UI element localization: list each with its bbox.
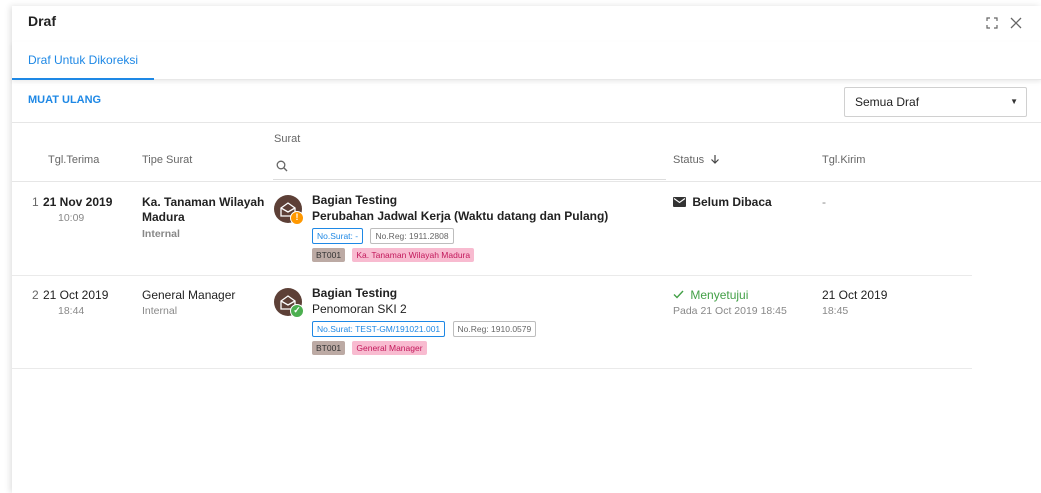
status-detail: Pada 21 Oct 2019 18:45 bbox=[673, 305, 787, 317]
envelope-icon bbox=[673, 197, 686, 207]
status-label: Belum Dibaca bbox=[692, 195, 772, 209]
column-surat[interactable]: Surat bbox=[274, 133, 300, 145]
search-icon[interactable] bbox=[276, 159, 290, 173]
panel-title: Draf bbox=[28, 13, 57, 29]
letter-numbers: No.Surat: - No.Reg: 1911.2808 bbox=[312, 228, 458, 244]
status-label: Menyetujui bbox=[690, 288, 749, 302]
letter-sender: Bagian Testing bbox=[312, 193, 398, 207]
registry-number-chip: No.Reg: 1911.2808 bbox=[370, 228, 454, 244]
tab-bar: Draf Untuk Dikoreksi bbox=[12, 42, 1041, 80]
letter-tags: BT001 General Manager bbox=[312, 340, 431, 355]
tag-name-chip: Ka. Tanaman Wilayah Madura bbox=[352, 248, 475, 262]
letter-sender: Bagian Testing bbox=[312, 286, 398, 300]
column-status-label: Status bbox=[673, 154, 705, 166]
warning-icon: ! bbox=[290, 211, 304, 225]
draft-filter-select[interactable]: Semua Draf ▼ bbox=[844, 87, 1027, 117]
table-header: Tgl.Terima Tipe Surat Surat Status Tgl.K… bbox=[12, 122, 1041, 182]
row-number: 2 bbox=[32, 288, 39, 302]
status-badge: Belum Dibaca bbox=[673, 195, 772, 209]
received-time: 18:44 bbox=[58, 305, 85, 317]
table-row[interactable]: 2 21 Oct 2019 18:44 General Manager Inte… bbox=[12, 276, 972, 369]
letter-subject[interactable]: Perubahan Jadwal Kerja (Waktu datang dan… bbox=[312, 209, 608, 223]
letter-type-sub: Internal bbox=[142, 305, 178, 317]
sent-date: - bbox=[822, 195, 826, 209]
avatar: ✓ bbox=[274, 288, 304, 318]
tag-code-chip: BT001 bbox=[312, 341, 346, 355]
letter-number-chip: No.Surat: - bbox=[312, 228, 364, 244]
letter-tags: BT001 Ka. Tanaman Wilayah Madura bbox=[312, 247, 478, 262]
registry-number-chip: No.Reg: 1910.0579 bbox=[452, 321, 537, 337]
column-tipe-surat[interactable]: Tipe Surat bbox=[142, 154, 192, 166]
draft-panel: Draf Draf Untuk Dikoreksi MUAT ULANG Sem… bbox=[12, 6, 1041, 493]
tag-name-chip: General Manager bbox=[352, 341, 427, 355]
received-time: 10:09 bbox=[58, 212, 85, 224]
check-icon: ✓ bbox=[290, 304, 304, 318]
letter-subject[interactable]: Penomoran SKI 2 bbox=[312, 302, 407, 316]
close-icon[interactable] bbox=[1008, 16, 1024, 32]
letter-type: Ka. Tanaman Wilayah Madura bbox=[142, 195, 265, 224]
caret-down-icon: ▼ bbox=[1010, 97, 1018, 106]
tab-draf-untuk-dikoreksi[interactable]: Draf Untuk Dikoreksi bbox=[12, 42, 155, 80]
table-row[interactable]: 1 21 Nov 2019 10:09 Ka. Tanaman Wilayah … bbox=[12, 183, 972, 276]
expand-icon[interactable] bbox=[984, 16, 1000, 32]
row-number: 1 bbox=[32, 195, 39, 209]
column-tgl-terima[interactable]: Tgl.Terima bbox=[48, 154, 99, 166]
reload-button[interactable]: MUAT ULANG bbox=[28, 94, 101, 106]
toolbar: MUAT ULANG Semua Draf ▼ bbox=[12, 84, 1041, 120]
column-status[interactable]: Status bbox=[673, 154, 720, 166]
column-tgl-kirim[interactable]: Tgl.Kirim bbox=[822, 154, 865, 166]
tag-code-chip: BT001 bbox=[312, 248, 346, 262]
letter-type-sub: Internal bbox=[142, 228, 180, 240]
avatar: ! bbox=[274, 195, 304, 225]
status-badge: Menyetujui bbox=[673, 288, 748, 302]
surat-search-field[interactable] bbox=[273, 179, 666, 180]
check-icon bbox=[673, 290, 684, 299]
sort-down-icon bbox=[711, 155, 720, 164]
sent-time: 18:45 bbox=[822, 305, 849, 317]
panel-header: Draf bbox=[12, 6, 1041, 42]
sent-date: 21 Oct 2019 bbox=[822, 288, 888, 302]
letter-number-chip: No.Surat: TEST-GM/191021.001 bbox=[312, 321, 446, 337]
draft-filter-value: Semua Draf bbox=[855, 95, 920, 109]
letter-type: General Manager bbox=[142, 288, 236, 302]
received-date: 21 Nov 2019 bbox=[43, 195, 113, 209]
received-date: 21 Oct 2019 bbox=[43, 288, 109, 302]
letter-numbers: No.Surat: TEST-GM/191021.001 No.Reg: 191… bbox=[312, 321, 540, 337]
